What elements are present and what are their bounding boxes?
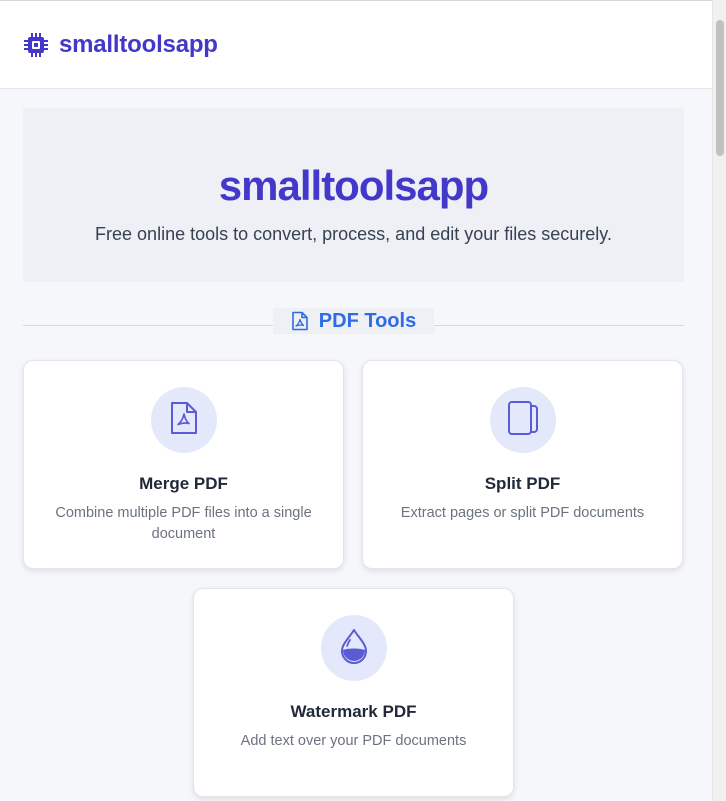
pdf-file-icon <box>170 401 198 440</box>
scrollbar-thumb[interactable] <box>716 20 724 156</box>
card-icon-circle <box>489 387 556 453</box>
card-icon-circle <box>150 387 217 453</box>
hero-title: smalltoolsapp <box>218 162 489 209</box>
section-heading: PDF Tools <box>273 308 434 334</box>
card-description: Add text over your PDF documents <box>240 733 467 749</box>
page-scrollbar[interactable] <box>712 0 726 801</box>
card-title: Watermark PDF <box>290 702 417 721</box>
chip-icon[interactable] <box>23 32 49 58</box>
pdf-file-icon <box>291 311 309 331</box>
site-header: smalltoolsapp <box>0 1 712 89</box>
tool-card-watermark-pdf[interactable]: Watermark PDF Add text over your PDF doc… <box>193 588 514 797</box>
brand-name[interactable]: smalltoolsapp <box>59 31 218 59</box>
tool-card-split-pdf[interactable]: Split PDF Extract pages or split PDF doc… <box>362 360 683 569</box>
card-title: Merge PDF <box>139 474 228 493</box>
card-icon-circle <box>320 615 387 681</box>
section-title: PDF Tools <box>318 309 417 332</box>
card-description: Combine multiple PDF files into a single… <box>55 505 312 542</box>
copy-pages-icon <box>507 400 539 441</box>
water-drop-icon <box>339 628 369 669</box>
tool-card-merge-pdf[interactable]: Merge PDF Combine multiple PDF files int… <box>23 360 344 569</box>
card-title: Split PDF <box>484 474 561 493</box>
hero-banner: smalltoolsapp Free online tools to conve… <box>23 108 684 282</box>
hero-subtitle: Free online tools to convert, process, a… <box>95 224 612 244</box>
card-description: Extract pages or split PDF documents <box>400 505 645 521</box>
